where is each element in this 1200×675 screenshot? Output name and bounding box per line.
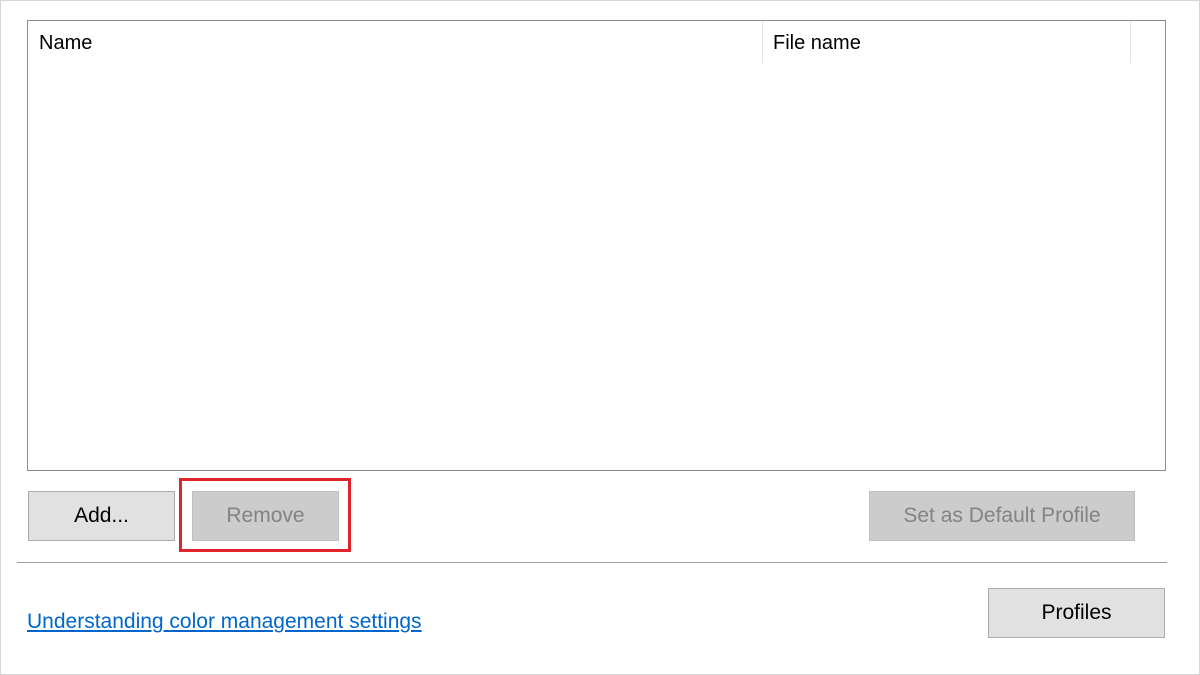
list-header: Name File name: [28, 21, 1165, 63]
set-as-default-profile-button[interactable]: Set as Default Profile: [869, 491, 1135, 541]
color-management-dialog: Name File name Add... Remove Set as Defa…: [0, 0, 1200, 675]
column-header-name[interactable]: Name: [28, 21, 763, 63]
add-button[interactable]: Add...: [28, 491, 175, 541]
profiles-button[interactable]: Profiles: [988, 588, 1165, 638]
list-body[interactable]: [28, 63, 1165, 470]
section-divider: [17, 562, 1167, 563]
profiles-list-view[interactable]: Name File name: [27, 20, 1166, 471]
column-header-file-name[interactable]: File name: [763, 21, 1131, 63]
remove-button[interactable]: Remove: [192, 491, 339, 541]
understanding-color-management-link[interactable]: Understanding color management settings: [27, 610, 422, 634]
